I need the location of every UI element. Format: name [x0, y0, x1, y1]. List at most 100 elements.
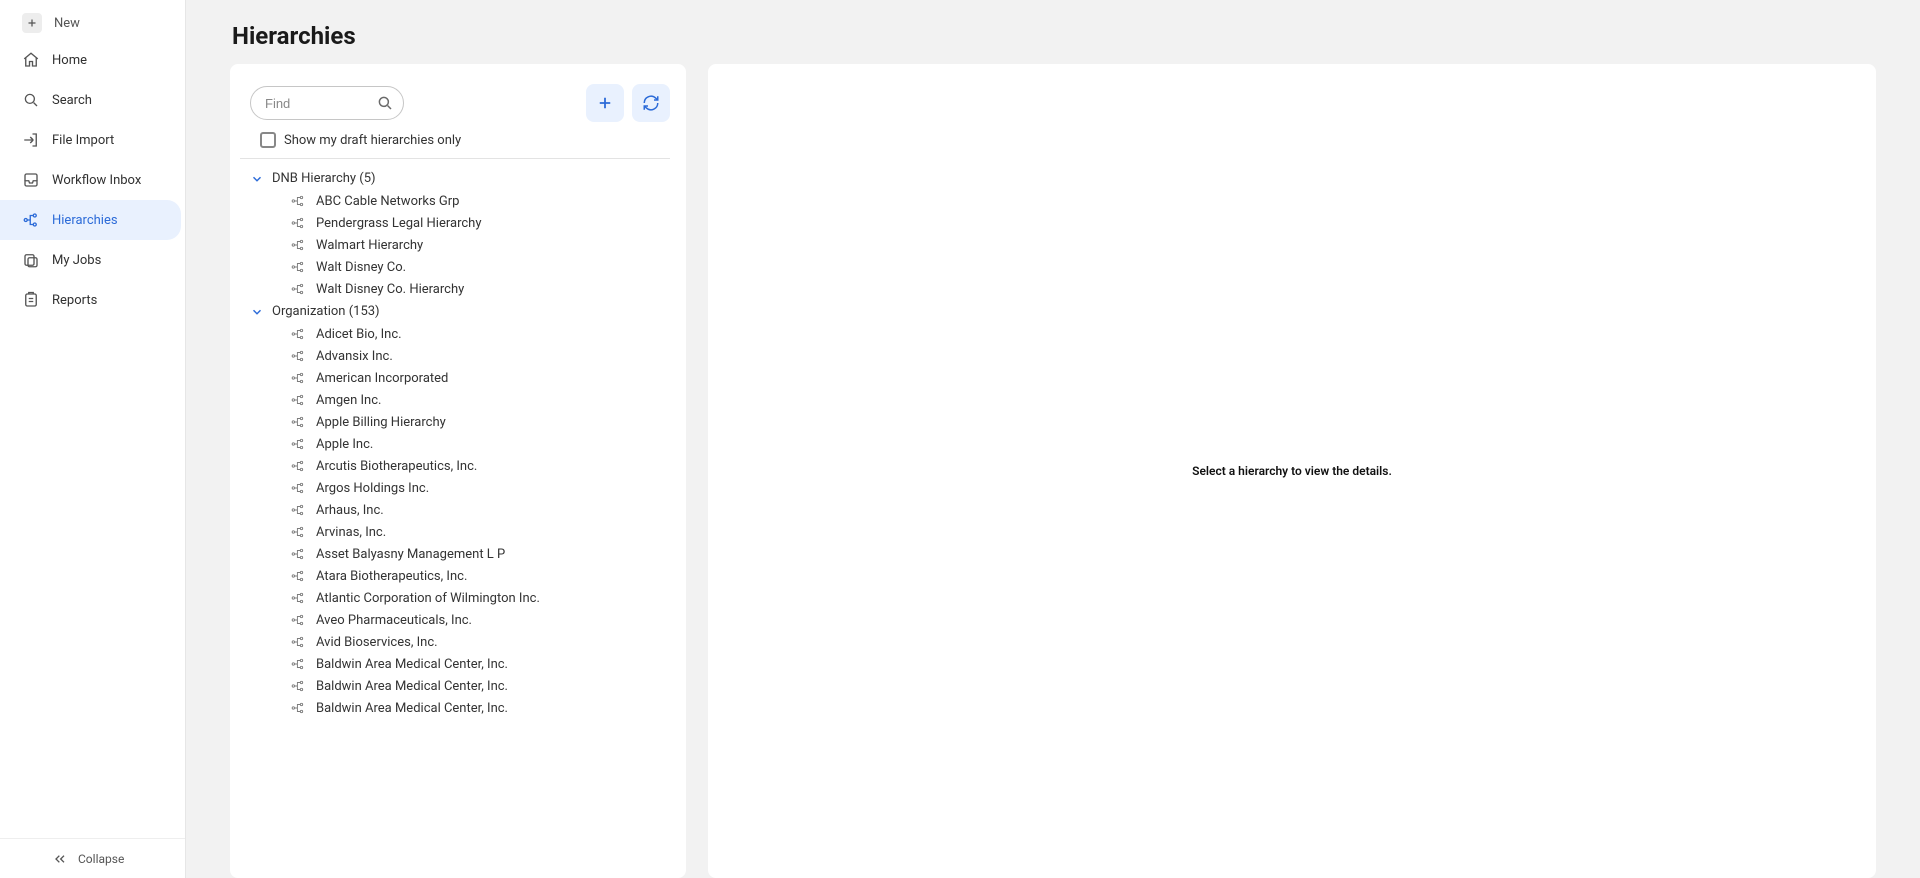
page-title: Hierarchies — [232, 22, 1920, 50]
tree-item[interactable]: Walt Disney Co. Hierarchy — [250, 278, 674, 300]
tree-item[interactable]: Advansix Inc. — [250, 345, 674, 367]
sidebar-collapse-button[interactable]: Collapse — [0, 838, 185, 878]
tree-item[interactable]: Apple Billing Hierarchy — [250, 411, 674, 433]
hierarchy-node-icon — [290, 216, 306, 230]
hierarchy-node-icon — [290, 194, 306, 208]
sidebar-item-my-jobs[interactable]: My Jobs — [0, 240, 185, 280]
chevron-double-left-icon — [52, 851, 68, 867]
tree-group-label: DNB Hierarchy (5) — [272, 171, 376, 186]
sidebar-item-file-import[interactable]: File Import — [0, 120, 185, 160]
tree-item-label: Baldwin Area Medical Center, Inc. — [316, 701, 508, 716]
tree-item-label: ABC Cable Networks Grp — [316, 194, 459, 209]
draft-only-label: Show my draft hierarchies only — [284, 133, 461, 148]
tree-item-label: Asset Balyasny Management L P — [316, 547, 505, 562]
hierarchy-node-icon — [290, 701, 306, 715]
tree-item-label: Walt Disney Co. — [316, 260, 406, 275]
hierarchy-node-icon — [290, 591, 306, 605]
hierarchy-tree[interactable]: DNB Hierarchy (5) ABC Cable Networks Grp P… — [230, 159, 686, 878]
hierarchy-node-icon — [290, 635, 306, 649]
tree-item[interactable]: ABC Cable Networks Grp — [250, 190, 674, 212]
hierarchy-node-icon — [290, 459, 306, 473]
hierarchy-node-icon — [290, 260, 306, 274]
hierarchy-node-icon — [290, 393, 306, 407]
tree-item-label: Avid Bioservices, Inc. — [316, 635, 438, 650]
hierarchy-node-icon — [290, 503, 306, 517]
hierarchy-node-icon — [290, 238, 306, 252]
tree-item[interactable]: American Incorporated — [250, 367, 674, 389]
tree-item[interactable]: Arcutis Biotherapeutics, Inc. — [250, 455, 674, 477]
tree-item-label: Adicet Bio, Inc. — [316, 327, 402, 342]
chevron-down-icon — [250, 305, 264, 319]
tree-item-label: Baldwin Area Medical Center, Inc. — [316, 679, 508, 694]
tree-group-header[interactable]: Organization (153) — [250, 300, 674, 323]
search-icon[interactable] — [374, 92, 396, 114]
sidebar-item-label: Home — [52, 53, 87, 68]
tree-item[interactable]: Walt Disney Co. — [250, 256, 674, 278]
hierarchy-node-icon — [290, 569, 306, 583]
hierarchy-node-icon — [290, 437, 306, 451]
tree-item[interactable]: Pendergrass Legal Hierarchy — [250, 212, 674, 234]
hierarchy-detail-panel: Select a hierarchy to view the details. — [708, 64, 1876, 878]
sidebar-item-label: My Jobs — [52, 253, 101, 268]
tree-item-label: Pendergrass Legal Hierarchy — [316, 216, 481, 231]
tree-item-label: Aveo Pharmaceuticals, Inc. — [316, 613, 472, 628]
tree-item[interactable]: Atara Biotherapeutics, Inc. — [250, 565, 674, 587]
tree-item-label: Arvinas, Inc. — [316, 525, 386, 540]
tree-item[interactable]: Atlantic Corporation of Wilmington Inc. — [250, 587, 674, 609]
tree-item-label: Apple Billing Hierarchy — [316, 415, 446, 430]
tree-item-label: Walmart Hierarchy — [316, 238, 423, 253]
tree-item[interactable]: Asset Balyasny Management L P — [250, 543, 674, 565]
sidebar-new-button[interactable]: New — [0, 6, 185, 40]
tree-item[interactable]: Baldwin Area Medical Center, Inc. — [250, 675, 674, 697]
tree-item-label: American Incorporated — [316, 371, 448, 386]
refresh-button[interactable] — [632, 84, 670, 122]
chevron-down-icon — [250, 172, 264, 186]
tree-group-header[interactable]: DNB Hierarchy (5) — [250, 167, 674, 190]
sidebar-item-hierarchies[interactable]: Hierarchies — [0, 200, 181, 240]
hierarchy-node-icon — [290, 415, 306, 429]
sidebar-item-search[interactable]: Search — [0, 80, 185, 120]
tree-group-label: Organization (153) — [272, 304, 380, 319]
tree-item-label: Argos Holdings Inc. — [316, 481, 429, 496]
hierarchy-node-icon — [290, 481, 306, 495]
tree-item[interactable]: Amgen Inc. — [250, 389, 674, 411]
add-hierarchy-button[interactable] — [586, 84, 624, 122]
plus-icon — [22, 13, 42, 33]
tree-item[interactable]: Arhaus, Inc. — [250, 499, 674, 521]
tree-item-label: Arhaus, Inc. — [316, 503, 384, 518]
tree-item[interactable]: Argos Holdings Inc. — [250, 477, 674, 499]
hierarchy-node-icon — [290, 282, 306, 296]
reports-icon — [22, 291, 40, 309]
tree-item[interactable]: Baldwin Area Medical Center, Inc. — [250, 653, 674, 675]
sidebar-item-reports[interactable]: Reports — [0, 280, 185, 320]
tree-item[interactable]: Avid Bioservices, Inc. — [250, 631, 674, 653]
tree-item-label: Atara Biotherapeutics, Inc. — [316, 569, 467, 584]
inbox-icon — [22, 171, 40, 189]
hierarchy-list-panel: Show my draft hierarchies only DNB Hiera… — [230, 64, 686, 878]
tree-item[interactable]: Arvinas, Inc. — [250, 521, 674, 543]
jobs-icon — [22, 251, 40, 269]
hierarchy-node-icon — [290, 349, 306, 363]
tree-item[interactable]: Apple Inc. — [250, 433, 674, 455]
search-icon — [22, 91, 40, 109]
sidebar-collapse-label: Collapse — [78, 852, 124, 866]
hierarchy-node-icon — [290, 547, 306, 561]
sidebar-item-home[interactable]: Home — [0, 40, 185, 80]
tree-item[interactable]: Adicet Bio, Inc. — [250, 323, 674, 345]
hierarchy-node-icon — [290, 327, 306, 341]
sidebar-item-workflow-inbox[interactable]: Workflow Inbox — [0, 160, 185, 200]
home-icon — [22, 51, 40, 69]
empty-state-message: Select a hierarchy to view the details. — [1192, 464, 1392, 478]
tree-item[interactable]: Aveo Pharmaceuticals, Inc. — [250, 609, 674, 631]
hierarchy-node-icon — [290, 371, 306, 385]
sidebar-item-label: Workflow Inbox — [52, 173, 141, 188]
hierarchy-node-icon — [290, 679, 306, 693]
import-icon — [22, 131, 40, 149]
tree-item[interactable]: Walmart Hierarchy — [250, 234, 674, 256]
sidebar-item-label: File Import — [52, 133, 114, 148]
draft-only-toggle[interactable]: Show my draft hierarchies only — [240, 132, 670, 159]
tree-item-label: Arcutis Biotherapeutics, Inc. — [316, 459, 477, 474]
sidebar: New Home Search File Import Workflow Inb — [0, 0, 186, 878]
tree-item[interactable]: Baldwin Area Medical Center, Inc. — [250, 697, 674, 719]
hierarchy-icon — [22, 211, 40, 229]
